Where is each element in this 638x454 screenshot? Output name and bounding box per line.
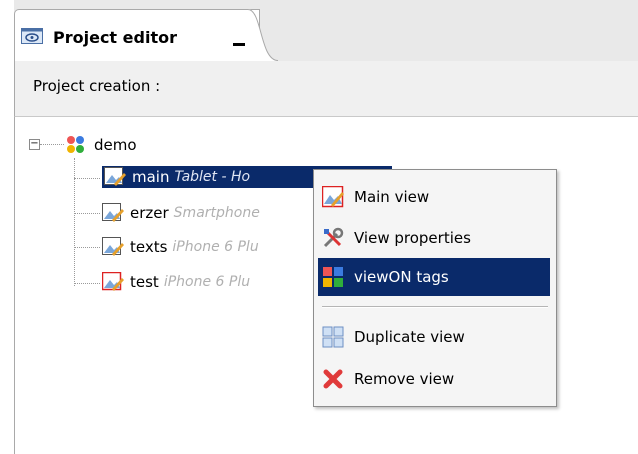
tree-connector — [74, 283, 100, 284]
menu-item-label: viewON tags — [354, 268, 449, 286]
tree-item-device: iPhone 6 Plu — [172, 239, 259, 255]
tab-edge — [248, 9, 278, 61]
menu-item-viewon-tags[interactable]: viewON tags — [318, 258, 550, 296]
view-icon — [104, 167, 126, 186]
menu-item-label: Main view — [354, 188, 430, 206]
tree-item-label: erzer — [130, 204, 169, 222]
tree-item-device: Tablet - Ho — [174, 169, 251, 185]
project-editor-window: Project editor Project creation : − demo — [0, 0, 638, 454]
tree-root-demo[interactable]: demo — [66, 134, 137, 156]
main-view-icon — [322, 186, 344, 208]
left-margin — [0, 0, 14, 454]
menu-item-label: Remove view — [354, 370, 455, 388]
tree-item-erzer[interactable]: erzer Smartphone — [102, 202, 260, 224]
tags-icon — [323, 267, 343, 287]
tab-title: Project editor — [53, 28, 177, 47]
project-editor-icon — [21, 28, 43, 44]
minimize-button[interactable] — [233, 43, 245, 46]
menu-item-main-view[interactable]: Main view — [318, 178, 550, 216]
tree-item-label: main — [132, 168, 170, 186]
tree-item-label: texts — [130, 238, 168, 256]
duplicate-icon — [322, 326, 344, 348]
menu-item-duplicate-view[interactable]: Duplicate view — [318, 318, 550, 356]
tree-connector — [74, 213, 100, 214]
tree-connector — [74, 178, 100, 179]
tree-connector — [40, 144, 64, 145]
tab-project-editor[interactable]: Project editor — [14, 9, 260, 62]
menu-separator — [322, 306, 548, 308]
tree-connector — [74, 247, 100, 248]
tree-item-texts[interactable]: texts iPhone 6 Plu — [102, 236, 259, 258]
tree-item-test[interactable]: test iPhone 6 Plu — [102, 271, 250, 293]
tree-item-label: test — [130, 273, 159, 291]
remove-x-icon — [323, 369, 343, 389]
menu-item-remove-view[interactable]: Remove view — [318, 360, 550, 398]
tree-root-label: demo — [94, 136, 137, 154]
project-icon — [67, 136, 84, 153]
section-label: Project creation : — [33, 77, 161, 95]
context-menu: Main view View properties viewON tags Du… — [313, 169, 557, 407]
tree-item-device: Smartphone — [173, 205, 260, 221]
tools-icon — [323, 227, 344, 248]
view-icon — [102, 237, 124, 256]
menu-item-label: View properties — [354, 229, 471, 247]
menu-item-view-properties[interactable]: View properties — [318, 219, 550, 257]
collapse-toggle[interactable]: − — [29, 139, 40, 150]
view-icon — [102, 203, 124, 222]
tree-item-device: iPhone 6 Plu — [163, 274, 251, 290]
section-header: Project creation : — [14, 61, 638, 117]
main-view-icon — [102, 272, 124, 291]
tab-strip: Project editor — [14, 0, 638, 62]
menu-item-label: Duplicate view — [354, 328, 465, 346]
